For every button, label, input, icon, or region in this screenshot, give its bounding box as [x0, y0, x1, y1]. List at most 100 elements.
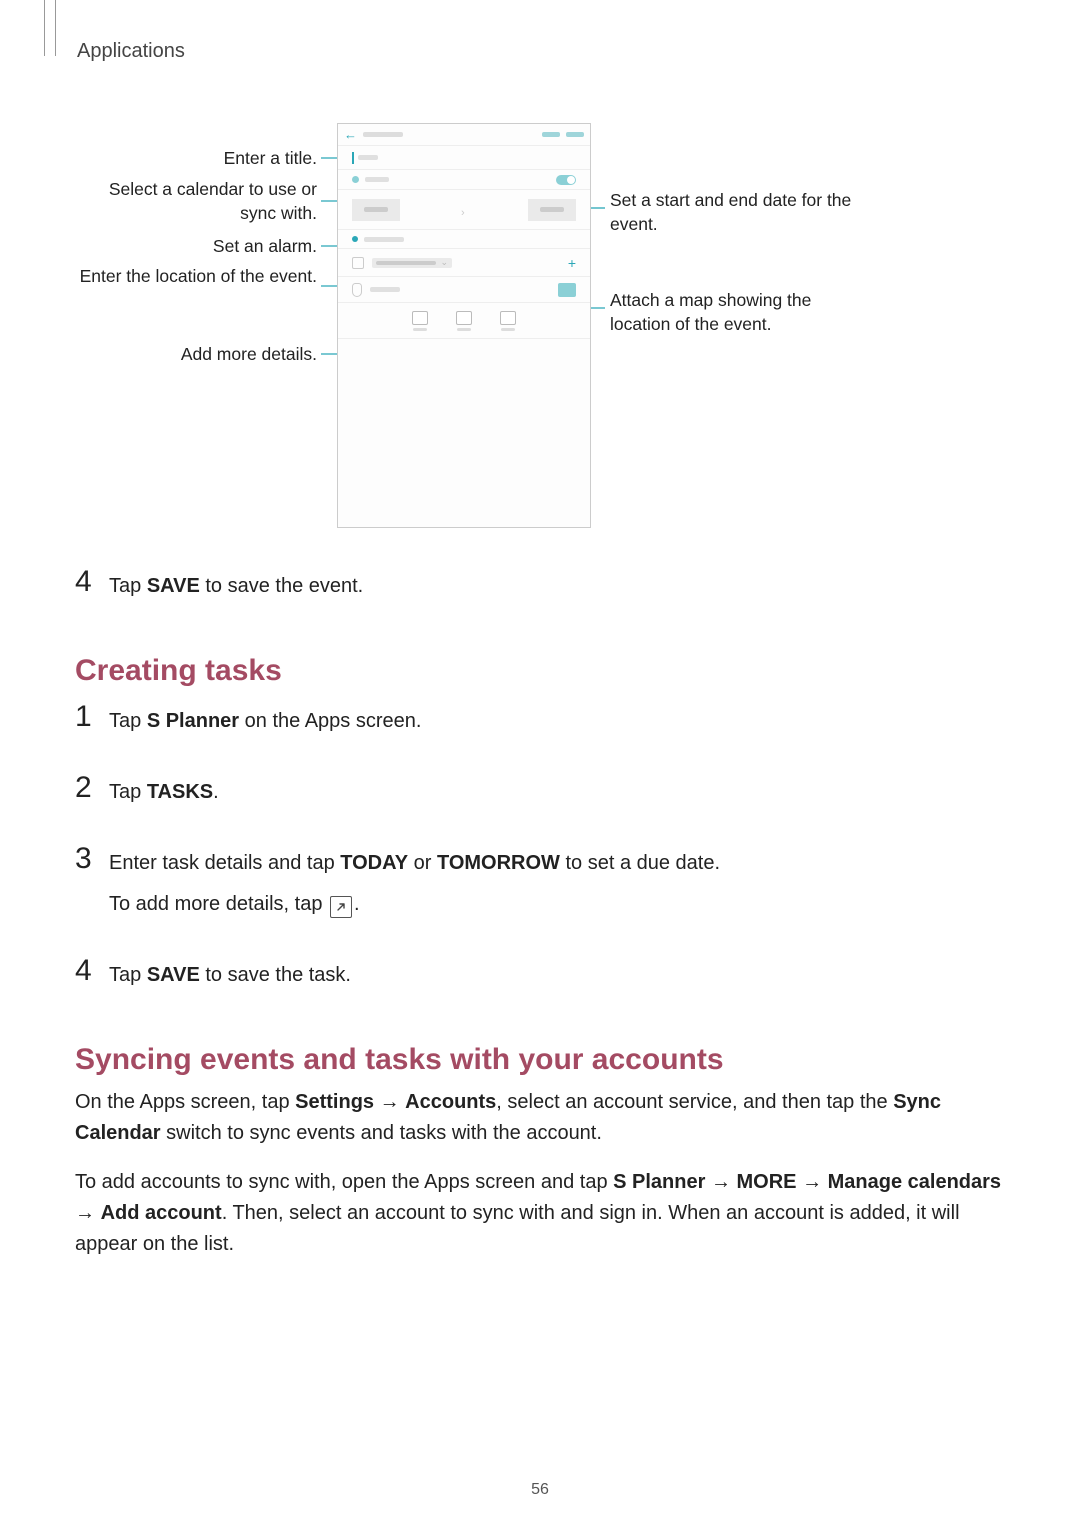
step-text: . [213, 781, 219, 803]
allday-label-placeholder [364, 237, 404, 242]
step-text: . [354, 893, 360, 915]
text: To add accounts to sync with, open the A… [75, 1171, 613, 1193]
heading-creating-tasks: Creating tasks [75, 654, 1005, 688]
arrow: → [705, 1171, 736, 1193]
more-option-icon [412, 311, 428, 325]
ui-label-today: TODAY [340, 852, 408, 874]
mock-location-row [338, 277, 590, 303]
step-2: 2 Tap TASKS. [75, 777, 1005, 818]
mock-dates-row: › [338, 190, 590, 230]
step-text: Tap [109, 964, 147, 986]
start-date-block [352, 199, 400, 221]
location-placeholder [370, 287, 400, 292]
mock-title-field [338, 146, 590, 170]
step-3: 3 Enter task details and tap TODAY or TO… [75, 848, 1005, 930]
title-placeholder [358, 155, 378, 160]
ui-label-settings: Settings [295, 1091, 374, 1113]
callout-more-details: Add more details. [77, 343, 317, 367]
date-separator-icon: › [461, 207, 467, 213]
ui-label-manage-calendars: Manage calendars [828, 1171, 1001, 1193]
ui-label-save: SAVE [147, 964, 200, 986]
step-4: 4 Tap SAVE to save the event. [75, 571, 1005, 612]
step-text: Tap [109, 710, 147, 732]
step-text: Tap [109, 781, 147, 803]
more-option [456, 311, 472, 331]
more-option [412, 311, 428, 331]
calendar-name-placeholder [365, 177, 389, 182]
ui-label-splanner: S Planner [613, 1171, 705, 1193]
ui-label-tomorrow: TOMORROW [437, 852, 560, 874]
add-alarm-plus-icon: + [568, 255, 576, 271]
step-text: To add more details, tap [109, 893, 328, 915]
back-arrow-icon: ← [344, 127, 357, 142]
syncing-p2: To add accounts to sync with, open the A… [75, 1167, 1005, 1260]
expand-details-icon [330, 896, 352, 918]
step-text: to save the event. [200, 575, 363, 597]
arrow: → [374, 1091, 405, 1113]
step-body: Tap TASKS. [109, 777, 1005, 818]
step-number: 4 [75, 567, 109, 597]
end-date-block [528, 199, 576, 221]
allday-dot-icon [352, 236, 358, 242]
ui-label-splanner: S Planner [147, 710, 239, 732]
topbar-placeholder [363, 132, 403, 137]
step-text: to set a due date. [560, 852, 720, 874]
callout-location: Enter the location of the event. [77, 265, 317, 289]
step-text: to save the task. [200, 964, 351, 986]
step-1: 1 Tap S Planner on the Apps screen. [75, 706, 1005, 747]
mock-calendar-row [338, 170, 590, 190]
callout-enter-title: Enter a title. [77, 147, 317, 171]
mock-alarm-row: ⌄ + [338, 249, 590, 277]
syncing-p1: On the Apps screen, tap Settings → Accou… [75, 1087, 1005, 1149]
step-number: 1 [75, 702, 109, 732]
text: switch to sync events and tasks with the… [161, 1122, 602, 1144]
action-chip [542, 132, 560, 137]
section-header: Applications [77, 40, 1005, 63]
mock-allday-row [338, 230, 590, 249]
text: , select an account service, and then ta… [496, 1091, 893, 1113]
location-pin-icon [352, 283, 362, 297]
save-event-step: 4 Tap SAVE to save the event. [75, 571, 1005, 612]
step-text: on the Apps screen. [239, 710, 421, 732]
mock-topbar: ← [338, 124, 590, 146]
step-number: 3 [75, 844, 109, 874]
ui-label-add-account: Add account [101, 1202, 222, 1224]
ui-label-tasks: TASKS [147, 781, 213, 803]
step-text: or [408, 852, 437, 874]
callout-map: Attach a map showing the location of the… [610, 289, 870, 336]
step-number: 2 [75, 773, 109, 803]
action-chip [566, 132, 584, 137]
arrow: → [797, 1171, 828, 1193]
ui-label-more: MORE [737, 1171, 797, 1193]
phone-mock: ← › [337, 123, 591, 528]
syncing-paragraphs: On the Apps screen, tap Settings → Accou… [75, 1087, 1005, 1260]
mock-more-row [338, 303, 590, 339]
callout-dates: Set a start and end date for the event. [610, 189, 870, 236]
more-option-icon [456, 311, 472, 325]
step-body: Tap SAVE to save the event. [109, 571, 1005, 612]
step-text: Enter task details and tap [109, 852, 340, 874]
topbar-actions [542, 132, 584, 137]
ui-label-save: SAVE [147, 575, 200, 597]
step-4: 4 Tap SAVE to save the task. [75, 960, 1005, 1001]
toggle-switch-icon [556, 175, 576, 185]
alarm-selector: ⌄ [372, 258, 452, 268]
step-text: Tap [109, 575, 147, 597]
text: On the Apps screen, tap [75, 1091, 295, 1113]
step-body: Tap S Planner on the Apps screen. [109, 706, 1005, 747]
manual-page: Applications Enter a title. Select a cal… [0, 0, 1080, 1527]
calendar-color-dot [352, 176, 359, 183]
callout-set-alarm: Set an alarm. [77, 235, 317, 259]
heading-syncing: Syncing events and tasks with your accou… [75, 1043, 1005, 1077]
ui-label-accounts: Accounts [405, 1091, 496, 1113]
event-editor-diagram: Enter a title. Select a calendar to use … [75, 123, 1005, 553]
creating-tasks-steps: 1 Tap S Planner on the Apps screen. 2 Ta… [75, 706, 1005, 1001]
page-number: 56 [0, 1481, 1080, 1499]
alarm-bell-icon [352, 257, 364, 269]
tab-marker [44, 0, 56, 56]
step-body: Tap SAVE to save the task. [109, 960, 1005, 1001]
text-caret [352, 152, 354, 164]
map-button-icon [558, 283, 576, 297]
more-option [500, 311, 516, 331]
callout-select-calendar: Select a calendar to use or sync with. [77, 178, 317, 225]
